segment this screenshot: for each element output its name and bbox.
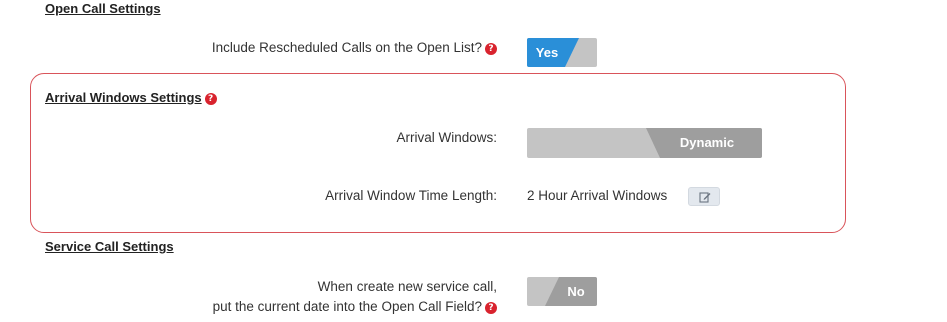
question-circle-icon[interactable]: ? [485, 43, 497, 55]
include-rescheduled-label-row: Include Rescheduled Calls on the Open Li… [212, 40, 497, 55]
arrival-windows-toggle[interactable]: Dynamic [527, 128, 762, 158]
arrival-windows-value: Dynamic [679, 135, 735, 150]
current-date-toggle[interactable]: No [527, 277, 597, 306]
time-length-label: Arrival Window Time Length: [325, 188, 497, 203]
include-rescheduled-toggle[interactable]: Yes [527, 38, 597, 67]
include-rescheduled-value: Yes [535, 45, 559, 60]
time-length-value: 2 Hour Arrival Windows [527, 188, 668, 203]
arrival-windows-settings-heading: Arrival Windows Settings [45, 90, 202, 105]
question-circle-icon[interactable]: ? [485, 302, 497, 314]
question-circle-icon[interactable]: ? [204, 93, 217, 105]
arrival-windows-settings-heading-row: Arrival Windows Settings? [45, 90, 217, 105]
edit-pencil-icon [699, 192, 711, 203]
arrival-windows-label: Arrival Windows: [396, 130, 497, 145]
edit-time-length-button[interactable] [688, 187, 720, 206]
current-date-label-line1: When create new service call, [317, 279, 497, 294]
settings-page: Open Call Settings Include Rescheduled C… [0, 0, 947, 322]
service-call-settings-heading: Service Call Settings [45, 239, 174, 254]
current-date-label-row: put the current date into the Open Call … [213, 299, 497, 314]
include-rescheduled-label: Include Rescheduled Calls on the Open Li… [211, 40, 482, 55]
current-date-label-line2: put the current date into the Open Call … [212, 299, 482, 314]
current-date-value: No [567, 284, 585, 299]
open-call-settings-heading: Open Call Settings [45, 1, 161, 16]
